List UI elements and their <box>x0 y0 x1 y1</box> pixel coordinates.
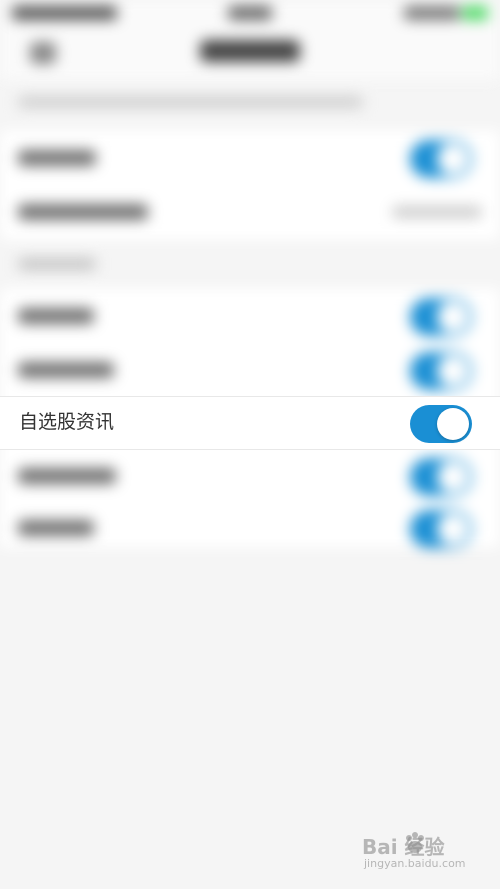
settings-description <box>18 96 363 108</box>
toggle-switch[interactable] <box>410 510 472 548</box>
battery-icon <box>462 6 488 20</box>
baidu-jingyan-watermark: Bai 经验 jingyan.baidu.com <box>362 831 486 879</box>
toggle-switch[interactable] <box>410 140 472 178</box>
watermark-url: jingyan.baidu.com <box>364 857 466 870</box>
settings-group-top <box>0 130 500 240</box>
toggle-switch[interactable] <box>410 352 472 390</box>
status-bar <box>0 0 500 28</box>
setting-label <box>18 362 114 378</box>
setting-label <box>18 520 94 536</box>
toggle-knob[interactable] <box>437 408 469 440</box>
setting-row-watchlist-news: 自选股资讯 <box>0 396 500 450</box>
watchlist-news-toggle[interactable] <box>410 405 472 443</box>
clock <box>228 6 272 20</box>
paw-icon <box>406 832 424 853</box>
back-icon[interactable] <box>30 42 56 64</box>
page-title <box>200 40 300 62</box>
setting-label <box>18 150 96 166</box>
setting-label-watchlist-news: 自选股资讯 <box>19 411 115 433</box>
setting-label <box>18 468 116 484</box>
setting-label <box>18 204 148 220</box>
toggle-switch[interactable] <box>410 458 472 496</box>
section-header <box>18 258 96 270</box>
setting-value <box>392 206 482 218</box>
nav-bar <box>0 28 500 80</box>
toggle-switch[interactable] <box>410 298 472 336</box>
carrier-indicator <box>12 6 117 20</box>
setting-label <box>18 308 94 324</box>
battery-percent <box>404 6 460 20</box>
